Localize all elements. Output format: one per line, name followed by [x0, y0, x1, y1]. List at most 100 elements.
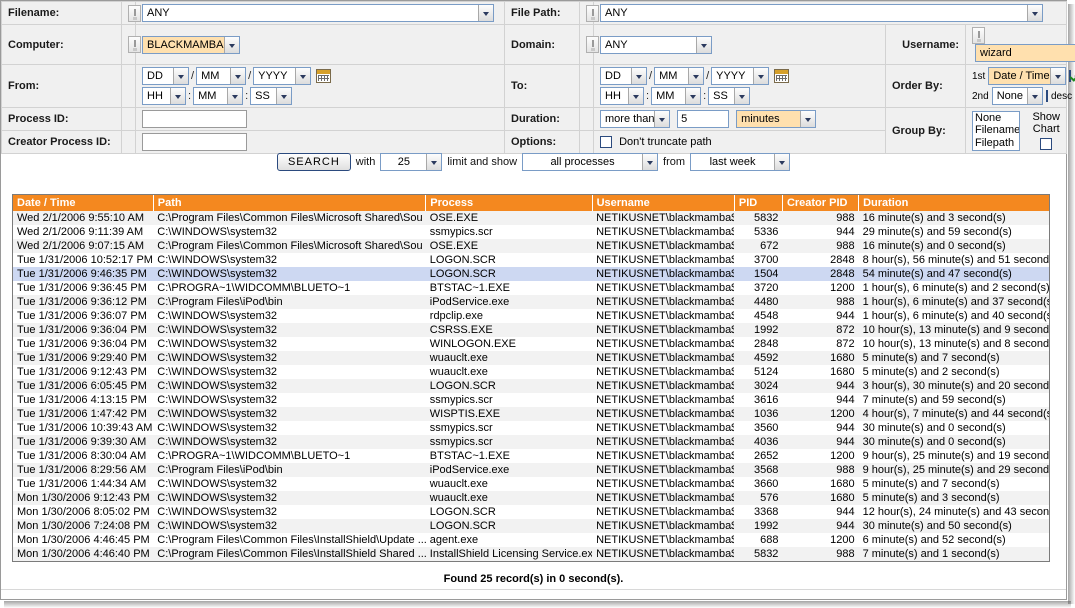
duration-unit-combo[interactable]: minutes — [736, 110, 817, 128]
chevron-down-icon[interactable] — [774, 154, 790, 170]
column-header-pid[interactable]: PID — [734, 195, 783, 211]
from-day-combo[interactable]: DD — [142, 67, 189, 85]
domain-pin-icon[interactable] — [586, 36, 599, 53]
to-day-combo[interactable]: DD — [600, 67, 647, 85]
table-row[interactable]: Tue 1/31/2006 8:30:04 AM C:\PROGRA~1\WIDC… — [13, 449, 1049, 463]
column-header-duration[interactable]: Duration — [858, 195, 1049, 211]
duration-operator-combo[interactable]: more than — [600, 110, 670, 128]
chevron-down-icon[interactable] — [800, 111, 816, 127]
table-row[interactable]: Tue 1/31/2006 10:39:43 AM C:\WINDOWS\syst… — [13, 421, 1049, 435]
time-range-combo[interactable]: last week — [690, 153, 791, 171]
chevron-down-icon[interactable] — [478, 5, 493, 21]
chevron-down-icon[interactable] — [734, 88, 750, 104]
chevron-down-icon[interactable] — [173, 68, 188, 84]
group-by-option-1[interactable]: Filename — [975, 124, 1019, 137]
chevron-down-icon[interactable] — [688, 68, 704, 84]
orderby-first-combo[interactable]: Date / Time — [988, 67, 1067, 85]
chevron-down-icon[interactable] — [426, 154, 442, 170]
table-row[interactable]: Mon 1/30/2006 4:46:45 PM C:\Program Files… — [13, 533, 1049, 547]
table-row[interactable]: Tue 1/31/2006 9:36:04 PM C:\WINDOWS\syste… — [13, 337, 1049, 351]
group-by-option-0[interactable]: None — [975, 112, 1019, 125]
chevron-down-icon[interactable] — [227, 88, 243, 104]
table-row[interactable]: Tue 1/31/2006 1:44:34 AM C:\WINDOWS\syste… — [13, 477, 1049, 491]
group-by-listbox[interactable]: None Filename Filepath — [972, 110, 1021, 151]
table-row[interactable]: Tue 1/31/2006 9:36:45 PM C:\PROGRA~1\WIDC… — [13, 281, 1049, 295]
chevron-down-icon[interactable] — [696, 36, 711, 53]
limit-combo[interactable]: 25 — [380, 153, 443, 171]
dont-truncate-path-checkbox[interactable] — [600, 136, 612, 149]
cell-path: C:\WINDOWS\system32 — [153, 435, 426, 449]
chevron-down-icon[interactable] — [1027, 5, 1042, 21]
column-header-creator-pid[interactable]: Creator PID — [782, 195, 860, 211]
chevron-down-icon[interactable] — [1050, 68, 1066, 84]
to-year-combo[interactable]: YYYY — [711, 67, 770, 85]
table-row[interactable]: Tue 1/31/2006 4:13:15 PM C:\WINDOWS\syste… — [13, 393, 1049, 407]
from-month-combo[interactable]: MM — [196, 67, 247, 85]
table-row[interactable]: Tue 1/31/2006 9:29:40 PM C:\WINDOWS\syste… — [13, 351, 1049, 365]
filepath-combo[interactable]: ANY — [600, 4, 1043, 22]
filename-pin-icon[interactable] — [128, 4, 141, 22]
chevron-down-icon[interactable] — [631, 68, 646, 84]
calendar-icon[interactable] — [316, 69, 332, 83]
column-header-process[interactable]: Process — [425, 195, 593, 211]
table-row[interactable]: Tue 1/31/2006 9:12:43 PM C:\WINDOWS\syste… — [13, 365, 1049, 379]
table-row[interactable]: Tue 1/31/2006 9:36:04 PM C:\WINDOWS\syste… — [13, 323, 1049, 337]
table-row[interactable]: Tue 1/31/2006 1:47:42 PM C:\WINDOWS\syste… — [13, 407, 1049, 421]
filename-combo[interactable]: ANY — [142, 4, 494, 22]
to-hour-combo[interactable]: HH — [600, 87, 644, 105]
from-second-combo[interactable]: SS — [250, 87, 293, 105]
table-row[interactable]: Mon 1/30/2006 7:24:08 PM C:\WINDOWS\syste… — [13, 519, 1049, 533]
orderby-second-combo[interactable]: None — [991, 87, 1043, 105]
to-month-combo[interactable]: MM — [654, 67, 705, 85]
table-row[interactable]: Tue 1/31/2006 8:29:56 AM C:\Program Files… — [13, 463, 1049, 477]
from-year-combo[interactable]: YYYY — [253, 67, 312, 85]
chevron-down-icon[interactable] — [753, 68, 769, 84]
computer-combo[interactable]: BLACKMAMBA — [142, 35, 240, 54]
table-row[interactable]: Wed 2/1/2006 9:11:39 AM C:\WINDOWS\system… — [13, 225, 1049, 239]
table-row[interactable]: Mon 1/30/2006 4:46:40 PM C:\Program Files… — [13, 547, 1049, 561]
from-hour-combo[interactable]: HH — [142, 87, 186, 105]
chevron-down-icon[interactable] — [230, 68, 246, 84]
table-row[interactable]: Tue 1/31/2006 9:36:12 PM C:\Program Files… — [13, 295, 1049, 309]
table-row[interactable]: Mon 1/30/2006 9:12:43 PM C:\WINDOWS\syste… — [13, 491, 1049, 505]
to-second-combo[interactable]: SS — [708, 87, 751, 105]
chevron-down-icon[interactable] — [642, 154, 658, 170]
table-row[interactable]: Wed 2/1/2006 9:07:15 AM C:\Program Files\… — [13, 239, 1049, 253]
table-row[interactable]: Wed 2/1/2006 9:55:10 AM C:\Program Files\… — [13, 211, 1049, 225]
domain-combo[interactable]: ANY — [600, 35, 712, 54]
to-minute-combo[interactable]: MM — [651, 87, 702, 105]
table-row[interactable]: Mon 1/30/2006 8:05:02 PM C:\WINDOWS\syste… — [13, 505, 1049, 519]
column-header-path[interactable]: Path — [153, 195, 427, 211]
chevron-down-icon[interactable] — [170, 88, 185, 104]
table-row[interactable]: Tue 1/31/2006 10:52:17 PM C:\WINDOWS\syst… — [13, 253, 1049, 267]
table-row[interactable]: Tue 1/31/2006 9:46:35 PM C:\WINDOWS\syste… — [13, 267, 1049, 281]
table-row[interactable]: Tue 1/31/2006 9:39:30 AM C:\WINDOWS\syste… — [13, 435, 1049, 449]
username-combo[interactable]: wizard — [975, 44, 1075, 62]
computer-pin-icon[interactable] — [128, 36, 141, 53]
chevron-down-icon[interactable] — [295, 68, 311, 84]
from-minute-combo[interactable]: MM — [193, 87, 244, 105]
chevron-down-icon[interactable] — [628, 88, 643, 104]
table-row[interactable]: Tue 1/31/2006 9:36:07 PM C:\WINDOWS\syste… — [13, 309, 1049, 323]
search-button[interactable]: SEARCH — [276, 153, 351, 171]
process-id-input[interactable] — [142, 110, 247, 128]
chevron-down-icon[interactable] — [276, 88, 292, 104]
chevron-down-icon[interactable] — [224, 36, 239, 53]
chevron-down-icon[interactable] — [654, 111, 669, 127]
show-processes-combo[interactable]: all processes — [522, 153, 659, 171]
show-chart-checkbox[interactable] — [1040, 138, 1053, 150]
table-row[interactable]: Tue 1/31/2006 6:05:45 PM C:\WINDOWS\syste… — [13, 379, 1049, 393]
column-header-username[interactable]: Username — [592, 195, 735, 211]
cell-duration: 10 hour(s), 13 minute(s) and 9 second(s) — [858, 323, 1049, 337]
column-header-datetime[interactable]: Date / Time — [13, 195, 154, 211]
orderby-first-desc-checkbox[interactable] — [1069, 70, 1072, 82]
creator-process-id-input[interactable] — [142, 133, 247, 151]
chevron-down-icon[interactable] — [685, 88, 701, 104]
orderby-second-desc-checkbox[interactable] — [1045, 90, 1048, 102]
calendar-icon[interactable] — [774, 69, 790, 83]
chevron-down-icon[interactable] — [1026, 88, 1042, 104]
group-by-option-2[interactable]: Filepath — [975, 137, 1019, 150]
duration-amount-input[interactable] — [677, 110, 730, 128]
filepath-pin-icon[interactable] — [586, 4, 599, 22]
username-pin-icon[interactable] — [972, 27, 985, 44]
